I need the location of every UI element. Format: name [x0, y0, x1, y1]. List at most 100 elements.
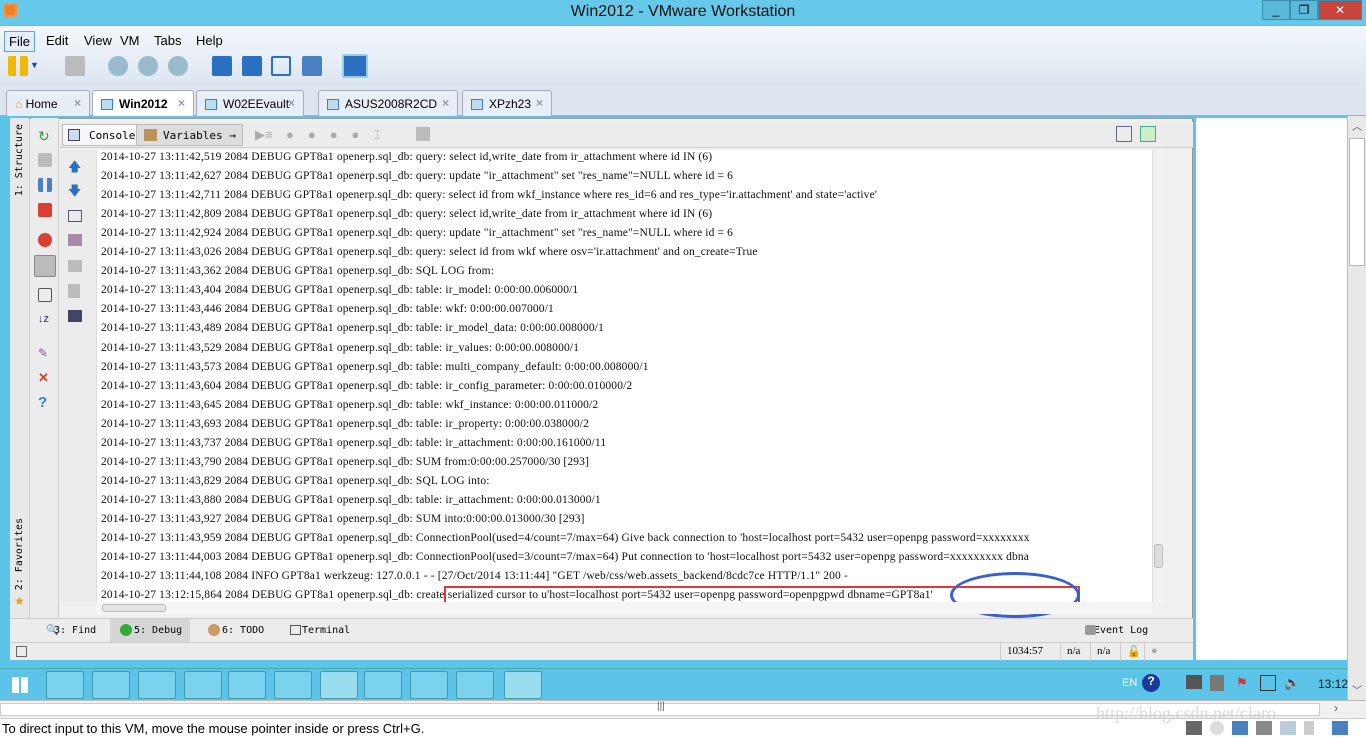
printer-icon[interactable] [1256, 721, 1272, 735]
thumbnail-bar-icon[interactable] [242, 56, 262, 76]
toggle-tool-windows-icon[interactable] [16, 646, 27, 657]
power-dropdown-icon[interactable]: ▼ [30, 60, 42, 80]
action-center-icon[interactable]: ⚑ [1236, 675, 1250, 691]
menu-vm[interactable]: VM [116, 31, 144, 50]
resume-icon[interactable] [38, 153, 52, 167]
volume-muted-icon[interactable]: 🔈 [1284, 675, 1300, 691]
usb-tray-icon[interactable] [1210, 675, 1224, 691]
caret-position[interactable]: 1034:57 [1000, 643, 1060, 661]
full-screen-icon[interactable] [271, 56, 291, 76]
hard-disk-icon[interactable] [1186, 721, 1202, 735]
close-tab-icon[interactable]: × [442, 96, 449, 110]
tab-w02eevault[interactable]: W02EEvault × [196, 90, 304, 116]
rerun-icon[interactable]: ↻ [38, 128, 52, 144]
clock[interactable]: 13:12 [1318, 677, 1348, 691]
search-app-icon[interactable] [274, 671, 312, 699]
terminal-icon[interactable] [68, 310, 82, 322]
up-arrow-icon[interactable]: 🡅 [68, 158, 81, 180]
network-tray-icon[interactable] [1260, 675, 1276, 691]
snapshot-manager-icon[interactable] [168, 56, 188, 76]
usb-icon[interactable] [1304, 721, 1314, 735]
menu-tabs[interactable]: Tabs [150, 31, 185, 50]
console-vertical-scrollbar[interactable] [1152, 150, 1164, 602]
stop-icon[interactable] [38, 203, 52, 217]
console-output[interactable]: 2014-10-27 13:11:42,519 2084 DEBUG GPT8a… [96, 150, 1152, 602]
close-tab-icon[interactable]: × [536, 96, 543, 110]
tab-home[interactable]: ⌂ Home × [6, 90, 90, 116]
explorer-icon[interactable] [364, 671, 402, 699]
network-adapter-icon[interactable] [1232, 721, 1248, 735]
encoding[interactable]: n/a [1090, 643, 1120, 661]
help-tray-icon[interactable]: ? [1142, 674, 1160, 692]
scroll-thumb[interactable] [1349, 138, 1365, 266]
pin-icon[interactable]: ✎ [38, 346, 52, 360]
soft-wrap-icon[interactable] [68, 210, 82, 222]
tool-find[interactable]: 3: Find [30, 619, 104, 642]
pause-icon[interactable] [8, 56, 28, 76]
notepad-icon[interactable] [228, 671, 266, 699]
console-view-icon[interactable] [342, 54, 368, 78]
down-arrow-icon[interactable]: 🡇 [68, 182, 81, 204]
menu-file[interactable]: File [4, 31, 35, 52]
close-tab-icon[interactable]: × [178, 96, 185, 110]
close-icon[interactable]: ✕ [38, 370, 52, 385]
lock-icon[interactable]: 🔓 [1120, 643, 1144, 661]
minimize-button[interactable]: _ [1262, 0, 1290, 20]
maximize-button[interactable]: ❐ [1290, 0, 1318, 20]
tab-asus2008r2cd[interactable]: ASUS2008R2CD × [318, 90, 458, 116]
pycharm-icon[interactable] [184, 671, 222, 699]
pause-program-icon[interactable] [38, 178, 52, 192]
chrome-icon[interactable] [92, 671, 130, 699]
show-library-icon[interactable] [212, 56, 232, 76]
tool-event-log[interactable]: Event Log [1070, 619, 1156, 642]
revert-snapshot-icon[interactable] [138, 56, 158, 76]
line-separator[interactable]: n/a [1060, 643, 1090, 661]
menu-edit[interactable]: Edit [42, 31, 72, 50]
scroll-down-icon[interactable]: ﹀ [1352, 682, 1362, 697]
evaluate-icon[interactable] [416, 127, 430, 141]
postgres-icon[interactable] [410, 671, 448, 699]
scroll-thumb[interactable] [1154, 544, 1163, 568]
close-tab-icon[interactable]: × [74, 96, 81, 110]
language-indicator[interactable]: EN [1122, 677, 1137, 689]
favorites-tab[interactable]: 2: Favorites [14, 518, 25, 590]
step-icons[interactable]: ●●●●⌶ [286, 127, 395, 143]
restore-layout-icon[interactable] [38, 288, 52, 302]
scroll-to-end-icon[interactable] [68, 234, 82, 246]
pycharm-active-icon[interactable] [320, 671, 358, 699]
scroll-right-icon[interactable]: › [1334, 701, 1338, 715]
show-execution-point-icon[interactable]: ▶≡ [255, 127, 273, 143]
tab-win2012[interactable]: Win2012 × [92, 90, 194, 117]
firefox-icon[interactable] [138, 671, 176, 699]
hide-icon[interactable] [1140, 126, 1156, 142]
structure-tab[interactable]: 1: Structure [14, 124, 25, 196]
tab-xpzh23[interactable]: XPzh23 × [462, 90, 552, 116]
remote-desktop-icon[interactable] [456, 671, 494, 699]
vm-vertical-scrollbar[interactable]: ︿ ﹀ [1347, 116, 1366, 700]
cmd-icon[interactable] [504, 671, 542, 699]
scroll-thumb[interactable] [102, 604, 166, 612]
message-log-icon[interactable] [1332, 721, 1348, 735]
windows-start-icon[interactable] [12, 677, 28, 693]
help-icon[interactable]: ? [38, 394, 52, 411]
print-icon[interactable] [68, 260, 82, 272]
menu-help[interactable]: Help [192, 31, 227, 50]
clear-all-icon[interactable] [68, 284, 80, 298]
take-snapshot-icon[interactable] [108, 56, 128, 76]
cd-icon[interactable] [1210, 721, 1224, 735]
camera-icon[interactable] [1280, 721, 1296, 735]
sort-icon[interactable]: ↓z [38, 313, 52, 327]
console-horizontal-scrollbar[interactable] [96, 602, 1152, 614]
menu-view[interactable]: View [80, 31, 116, 50]
scroll-up-icon[interactable]: ︿ [1352, 118, 1362, 133]
view-breakpoints-icon[interactable] [38, 233, 52, 247]
vm-tools-tray-icon[interactable] [1186, 675, 1202, 689]
inspector-icon[interactable]: ● [1144, 643, 1170, 661]
taskbar-app-icon[interactable] [46, 671, 84, 699]
close-button[interactable]: ✕ [1318, 0, 1362, 20]
unity-icon[interactable] [302, 56, 322, 76]
send-ctrl-alt-del-icon[interactable] [65, 56, 85, 76]
close-tab-icon[interactable]: × [288, 96, 295, 110]
mute-breakpoints-icon[interactable] [34, 255, 56, 277]
settings-icon[interactable] [1116, 126, 1132, 142]
